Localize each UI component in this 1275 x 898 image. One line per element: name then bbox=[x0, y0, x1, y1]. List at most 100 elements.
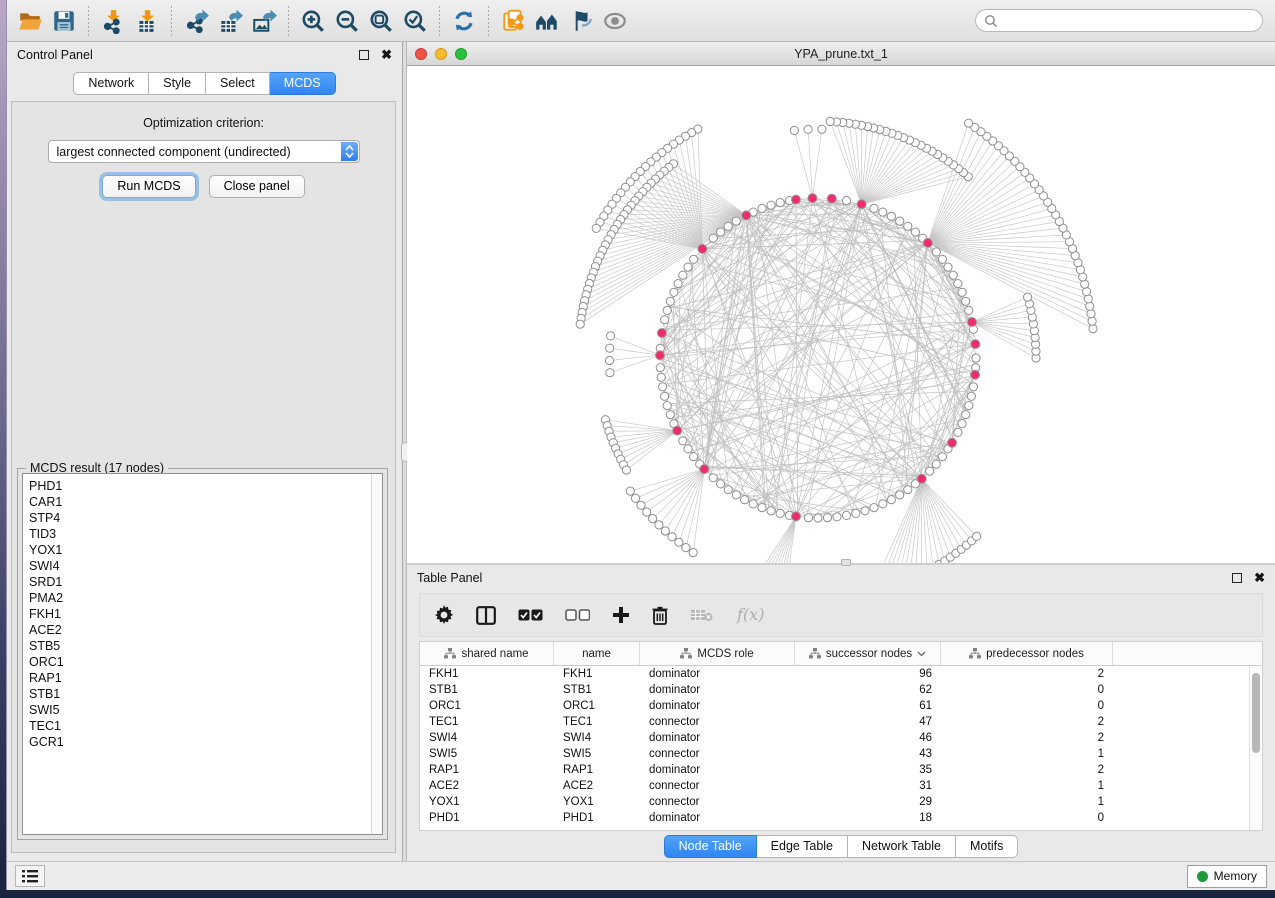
cell-predecessor-nodes[interactable]: 1 bbox=[941, 778, 1113, 794]
mcds-result-item[interactable]: FKH1 bbox=[29, 606, 382, 622]
cell-shared-name[interactable]: ACE2 bbox=[420, 778, 554, 794]
export-network-button[interactable] bbox=[179, 5, 213, 37]
criterion-select[interactable]: largest connected component (undirected) bbox=[48, 140, 360, 163]
cell-name[interactable]: RAP1 bbox=[554, 762, 640, 778]
cell-mcds-role[interactable]: connector bbox=[640, 746, 795, 762]
cell-shared-name[interactable]: SWI5 bbox=[420, 746, 554, 762]
zoom-selected-button[interactable] bbox=[398, 5, 432, 37]
cell-name[interactable]: YOX1 bbox=[554, 794, 640, 810]
zoom-in-button[interactable] bbox=[296, 5, 330, 37]
table-scrollbar[interactable] bbox=[1249, 667, 1262, 830]
import-network-button[interactable] bbox=[96, 5, 130, 37]
search-box[interactable] bbox=[975, 9, 1263, 32]
zoom-out-button[interactable] bbox=[330, 5, 364, 37]
cell-name[interactable]: STB1 bbox=[554, 682, 640, 698]
table-float-panel-icon[interactable] bbox=[1232, 573, 1242, 583]
cell-predecessor-nodes[interactable]: 2 bbox=[941, 730, 1113, 746]
mcds-result-item[interactable]: CAR1 bbox=[29, 494, 382, 510]
cell-successor-nodes[interactable]: 47 bbox=[795, 714, 941, 730]
mcds-result-item[interactable]: TEC1 bbox=[29, 718, 382, 734]
cell-name[interactable]: FKH1 bbox=[554, 666, 640, 682]
cell-shared-name[interactable]: RAP1 bbox=[420, 762, 554, 778]
close-panel-icon[interactable]: ✖ bbox=[381, 50, 392, 60]
cell-mcds-role[interactable]: dominator bbox=[640, 730, 795, 746]
cell-successor-nodes[interactable]: 43 bbox=[795, 746, 941, 762]
vizmap-button[interactable] bbox=[564, 5, 598, 37]
add-button[interactable] bbox=[612, 600, 630, 630]
mcds-result-list[interactable]: PHD1CAR1STP4TID3YOX1SWI4SRD1PMA2FKH1ACE2… bbox=[22, 473, 383, 835]
horizontal-splitter-grip[interactable] bbox=[841, 559, 851, 566]
cell-predecessor-nodes[interactable]: 0 bbox=[941, 698, 1113, 714]
mcds-result-item[interactable]: ORC1 bbox=[29, 654, 382, 670]
mcds-result-item[interactable]: YOX1 bbox=[29, 542, 382, 558]
table-scrollbar-thumb[interactable] bbox=[1252, 673, 1260, 753]
column-header-mcds-role[interactable]: MCDS role bbox=[640, 642, 795, 665]
network-window-titlebar[interactable]: YPA_prune.txt_1 bbox=[407, 42, 1275, 66]
mcds-result-item[interactable]: PHD1 bbox=[29, 478, 382, 494]
cell-shared-name[interactable]: ORC1 bbox=[420, 698, 554, 714]
tab-style[interactable]: Style bbox=[149, 72, 206, 95]
table-row[interactable]: PHD1PHD1dominator180 bbox=[420, 810, 1262, 826]
table-row[interactable]: ORC1ORC1dominator610 bbox=[420, 698, 1262, 714]
cell-mcds-role[interactable]: dominator bbox=[640, 698, 795, 714]
cell-successor-nodes[interactable]: 46 bbox=[795, 730, 941, 746]
mcds-result-item[interactable]: TID3 bbox=[29, 526, 382, 542]
mcds-result-item[interactable]: SRD1 bbox=[29, 574, 382, 590]
tab-mcds[interactable]: MCDS bbox=[270, 72, 336, 95]
show-hide-button[interactable] bbox=[598, 5, 632, 37]
table-row[interactable]: STB1STB1dominator620 bbox=[420, 682, 1262, 698]
table-row[interactable]: TEC1TEC1connector472 bbox=[420, 714, 1262, 730]
tab-edge-table[interactable]: Edge Table bbox=[757, 835, 848, 858]
cell-predecessor-nodes[interactable]: 0 bbox=[941, 682, 1113, 698]
find-button[interactable] bbox=[530, 5, 564, 37]
cell-shared-name[interactable]: FKH1 bbox=[420, 666, 554, 682]
cell-mcds-role[interactable]: connector bbox=[640, 714, 795, 730]
tab-select[interactable]: Select bbox=[206, 72, 270, 95]
network-canvas[interactable] bbox=[407, 66, 1275, 563]
column-header-shared-name[interactable]: shared name bbox=[420, 642, 554, 665]
columns-button[interactable] bbox=[476, 600, 496, 630]
table-row[interactable]: ACE2ACE2connector311 bbox=[420, 778, 1262, 794]
import-table-button[interactable] bbox=[130, 5, 164, 37]
cell-mcds-role[interactable]: dominator bbox=[640, 666, 795, 682]
mcds-result-item[interactable]: STB1 bbox=[29, 686, 382, 702]
network-graph[interactable] bbox=[407, 66, 1275, 563]
cell-name[interactable]: ORC1 bbox=[554, 698, 640, 714]
open-file-button[interactable] bbox=[13, 5, 47, 37]
deselect-all-button[interactable] bbox=[565, 600, 590, 630]
mcds-result-item[interactable]: STP4 bbox=[29, 510, 382, 526]
settings-button[interactable] bbox=[434, 600, 454, 630]
cell-predecessor-nodes[interactable]: 1 bbox=[941, 794, 1113, 810]
cell-name[interactable]: SWI5 bbox=[554, 746, 640, 762]
result-list-scrollbar[interactable] bbox=[371, 474, 382, 834]
task-history-button[interactable] bbox=[15, 865, 45, 887]
cell-mcds-role[interactable]: connector bbox=[640, 794, 795, 810]
mcds-result-item[interactable]: GCR1 bbox=[29, 734, 382, 750]
table-row[interactable]: SWI5SWI5connector431 bbox=[420, 746, 1262, 762]
cell-predecessor-nodes[interactable]: 1 bbox=[941, 746, 1113, 762]
save-session-button[interactable] bbox=[47, 5, 81, 37]
memory-button[interactable]: Memory bbox=[1187, 865, 1267, 888]
cell-predecessor-nodes[interactable]: 2 bbox=[941, 762, 1113, 778]
cell-successor-nodes[interactable]: 18 bbox=[795, 810, 941, 826]
tab-node-table[interactable]: Node Table bbox=[664, 835, 757, 858]
tab-motifs[interactable]: Motifs bbox=[956, 835, 1018, 858]
cell-predecessor-nodes[interactable]: 2 bbox=[941, 666, 1113, 682]
cell-mcds-role[interactable]: connector bbox=[640, 778, 795, 794]
table-row[interactable]: SWI4SWI4dominator462 bbox=[420, 730, 1262, 746]
cell-name[interactable]: TEC1 bbox=[554, 714, 640, 730]
column-header-predecessor-nodes[interactable]: predecessor nodes bbox=[941, 642, 1113, 665]
float-panel-icon[interactable] bbox=[359, 50, 369, 60]
zoom-fit-button[interactable] bbox=[364, 5, 398, 37]
cell-successor-nodes[interactable]: 61 bbox=[795, 698, 941, 714]
cell-predecessor-nodes[interactable]: 0 bbox=[941, 810, 1113, 826]
duplicate-network-button[interactable] bbox=[496, 5, 530, 37]
mcds-result-item[interactable]: SWI5 bbox=[29, 702, 382, 718]
cell-shared-name[interactable]: PHD1 bbox=[420, 810, 554, 826]
cell-mcds-role[interactable]: dominator bbox=[640, 810, 795, 826]
cell-successor-nodes[interactable]: 29 bbox=[795, 794, 941, 810]
cell-shared-name[interactable]: YOX1 bbox=[420, 794, 554, 810]
mcds-result-item[interactable]: SWI4 bbox=[29, 558, 382, 574]
mcds-result-item[interactable]: RAP1 bbox=[29, 670, 382, 686]
cell-shared-name[interactable]: TEC1 bbox=[420, 714, 554, 730]
